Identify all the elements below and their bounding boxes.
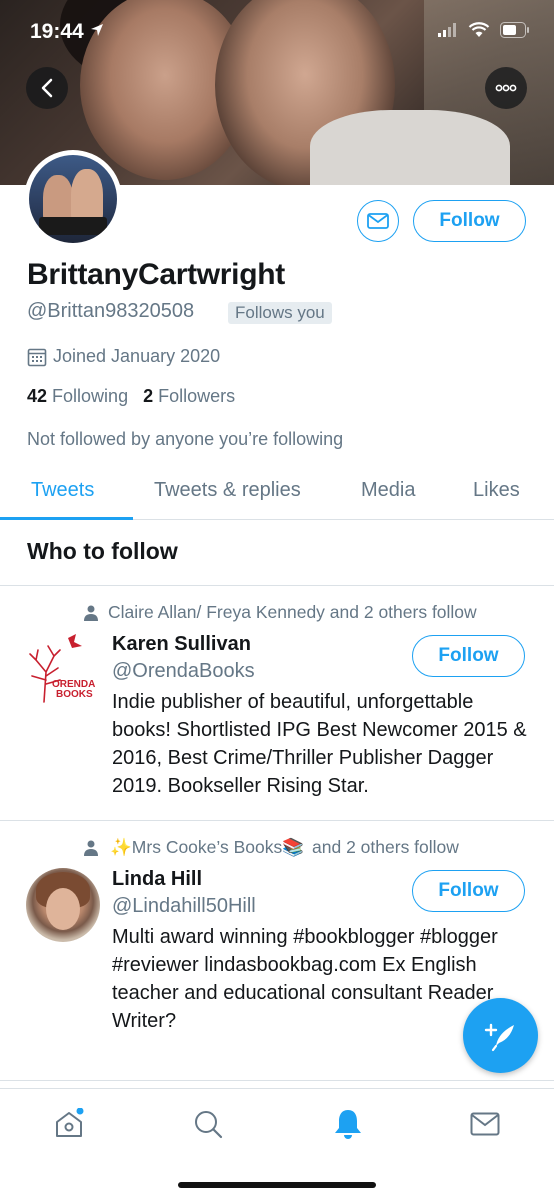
joined-date: Joined January 2020 [27, 346, 220, 367]
social-context: ✨Mrs Cooke’s Books📚 and 2 others follow [84, 837, 459, 858]
active-tab-indicator [0, 517, 133, 520]
user-handle[interactable]: @OrendaBooks [112, 660, 255, 683]
wifi-icon [468, 22, 490, 37]
logo-text-books: BOOKS [56, 689, 93, 700]
more-icon [495, 84, 517, 92]
compose-tweet-icon [484, 1023, 514, 1051]
following-link[interactable]: 42 Following [27, 386, 128, 406]
person-icon [84, 605, 98, 621]
follows-you-badge: Follows you [228, 302, 332, 324]
back-button[interactable] [26, 67, 68, 109]
user-handle[interactable]: @Lindahill50Hill [112, 895, 256, 918]
not-followed-text: Not followed by anyone you’re following [27, 429, 344, 449]
nav-messages[interactable] [468, 1107, 502, 1141]
divider [0, 585, 554, 586]
nav-search[interactable] [191, 1107, 225, 1141]
person-icon [84, 840, 98, 856]
more-options-button[interactable] [485, 67, 527, 109]
linda-hill-avatar[interactable] [26, 868, 100, 942]
follow-button[interactable]: Follow [412, 870, 525, 912]
compose-tweet-button[interactable] [463, 998, 538, 1073]
followers-link[interactable]: 2 Followers [143, 386, 235, 406]
home-indicator [178, 1182, 376, 1188]
nav-notifications[interactable] [331, 1107, 365, 1141]
home-icon [56, 1108, 84, 1137]
profile-handle: @Brittan98320508 [27, 300, 195, 322]
orenda-books-avatar[interactable]: ORENDA BOOKS [24, 632, 98, 706]
follow-counts: 42 Following 2 Followers [27, 386, 235, 407]
tab-tweets-replies[interactable]: Tweets & replies [154, 479, 301, 502]
status-time: 19:44 [30, 20, 104, 44]
back-icon [41, 78, 53, 98]
user-name[interactable]: Karen Sullivan [112, 633, 251, 656]
tab-media[interactable]: Media [361, 479, 415, 502]
profile-avatar[interactable] [24, 150, 122, 248]
who-to-follow-title: Who to follow [27, 538, 178, 564]
signal-icon [438, 23, 456, 37]
search-icon [195, 1111, 223, 1139]
divider [0, 820, 554, 821]
location-arrow-icon [90, 24, 103, 36]
tab-likes[interactable]: Likes [473, 479, 520, 502]
profile-follow-button[interactable]: Follow [413, 200, 526, 242]
user-name[interactable]: Linda Hill [112, 868, 202, 891]
battery-icon [500, 22, 529, 38]
tab-tweets[interactable]: Tweets [31, 479, 94, 502]
profile-name: BrittanyCartwright [27, 258, 285, 291]
message-button[interactable] [357, 200, 399, 242]
user-bio: Multi award winning #bookblogger #blogge… [112, 926, 498, 1004]
divider [0, 1080, 554, 1081]
nav-home[interactable] [52, 1107, 86, 1141]
joined-text: Joined January 2020 [53, 346, 221, 366]
calendar-icon [27, 348, 47, 366]
messages-icon [470, 1112, 500, 1136]
social-context: Claire Allan/ Freya Kennedy and 2 others… [84, 602, 477, 623]
follow-button[interactable]: Follow [412, 635, 525, 677]
profile-tabs: Tweets Tweets & replies Media Likes [0, 470, 554, 520]
status-bar: 19:44 [0, 0, 554, 60]
notifications-icon [335, 1110, 361, 1139]
mail-icon [367, 213, 389, 229]
user-bio: Indie publisher of beautiful, unforgetta… [112, 691, 527, 797]
